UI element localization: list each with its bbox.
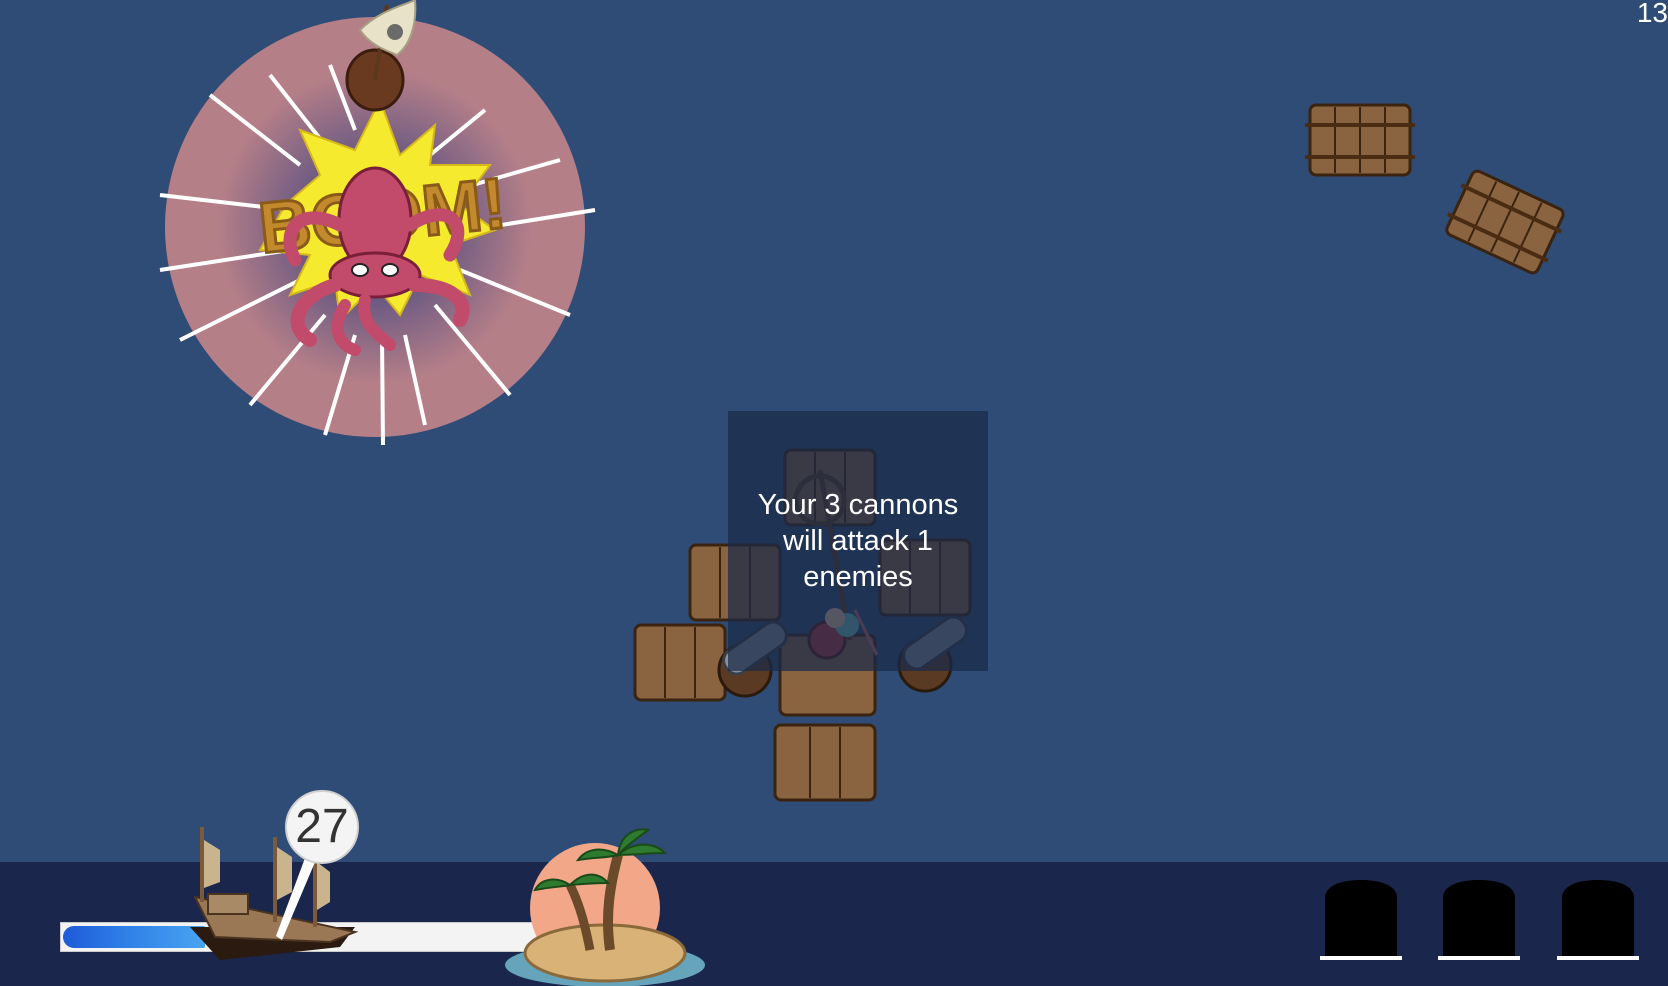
tooltip-line-3: enemies [803, 561, 913, 593]
floating-raft-1[interactable] [1300, 95, 1420, 185]
score-counter: 13 [1636, 0, 1668, 28]
attack-tooltip: Your 3 cannons will attack 1 enemies [728, 411, 988, 671]
crew-slot-underline [1438, 956, 1520, 960]
tooltip-text: Your 3 cannons will attack 1 enemies [728, 487, 988, 595]
crew-slot-2[interactable] [1438, 878, 1520, 960]
destination-island-icon [505, 828, 705, 986]
floating-raft-2[interactable] [1440, 165, 1570, 280]
raft-tile [633, 623, 727, 702]
skull-emblem-icon [387, 24, 403, 40]
tooltip-line-2: will attack 1 [783, 525, 933, 557]
empty-crew-icon [1443, 880, 1515, 958]
raft-tile [773, 723, 877, 802]
crew-slot-underline [1320, 956, 1402, 960]
crew-slot-1[interactable] [1320, 878, 1402, 960]
crew-slot-3[interactable] [1557, 878, 1639, 960]
empty-crew-icon [1562, 880, 1634, 958]
tooltip-line-1: Your 3 cannons [757, 489, 959, 521]
enemy-pirate-ship[interactable] [325, 0, 425, 115]
crew-slot-underline [1557, 956, 1639, 960]
distance-remaining-badge: 27 [285, 790, 359, 864]
empty-crew-icon [1325, 880, 1397, 958]
